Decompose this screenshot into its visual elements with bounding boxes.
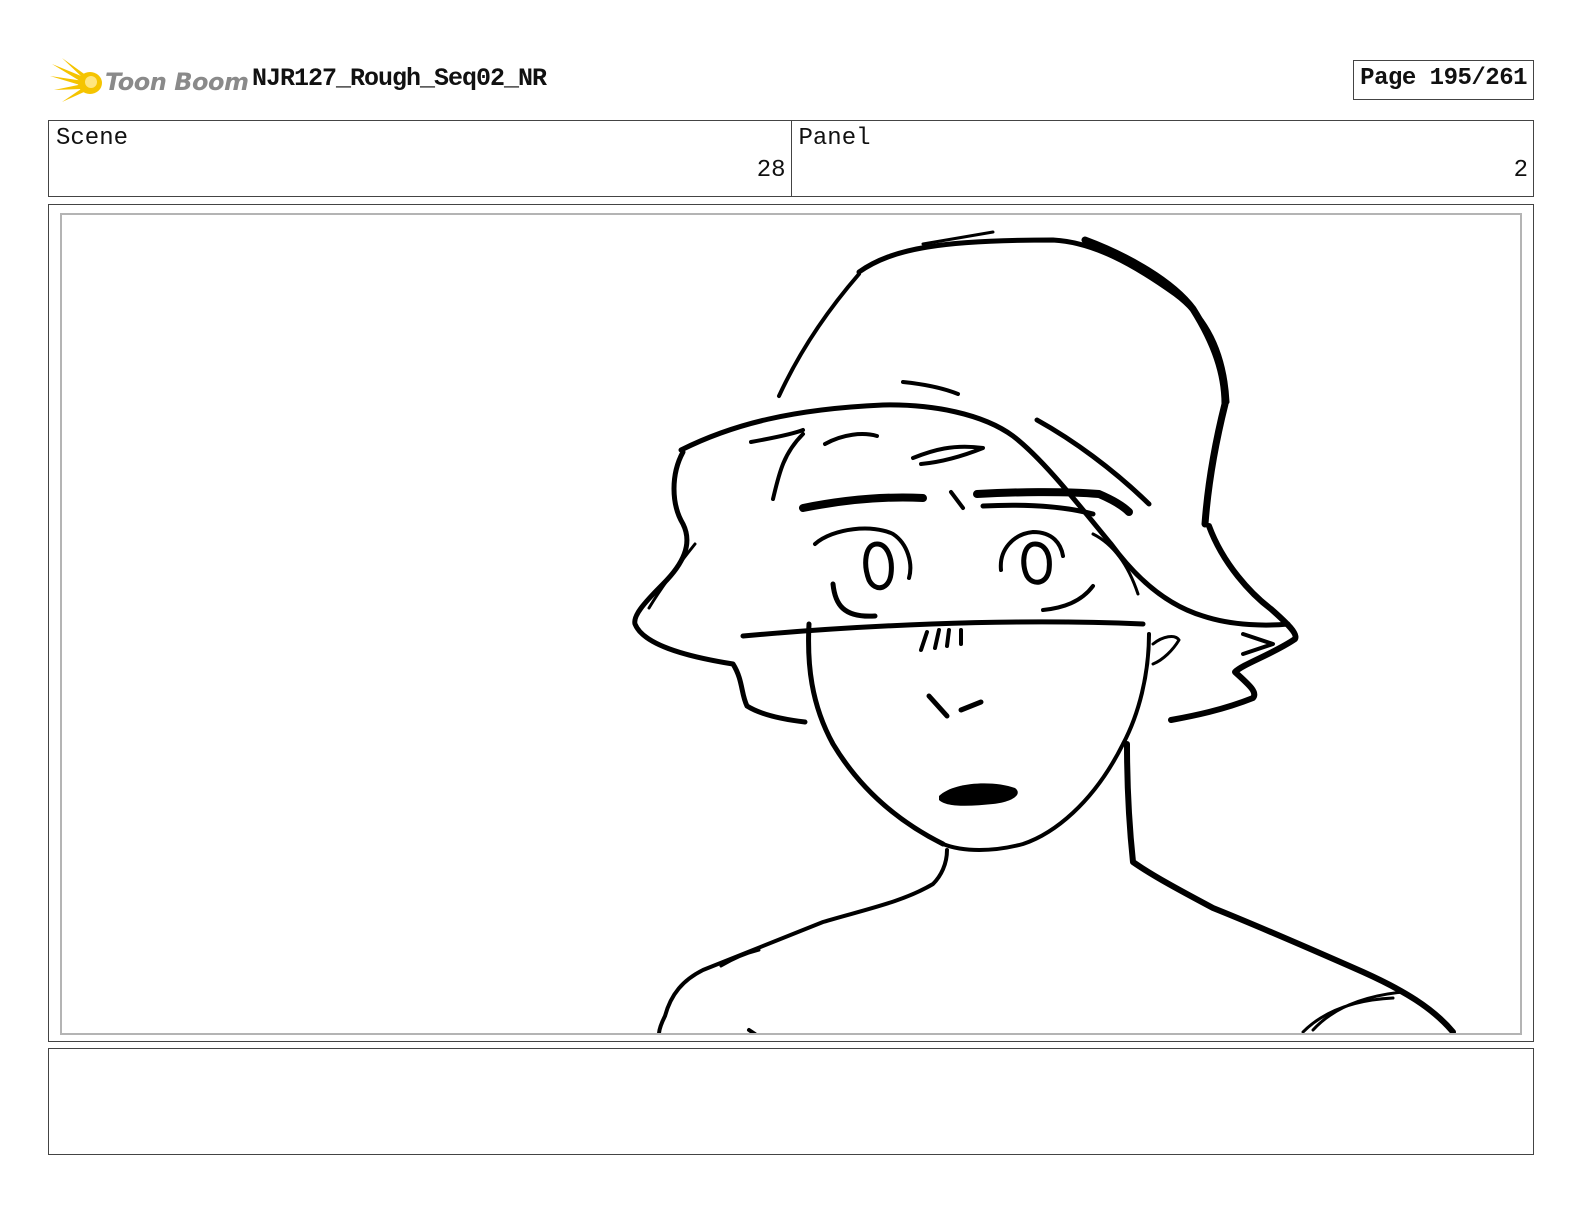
mouth-shape (939, 783, 1018, 806)
right-eye-outline-stroke (998, 530, 1065, 572)
panel-number: 2 (1513, 157, 1528, 184)
page-indicator: Page 195/261 (1353, 60, 1534, 100)
character-sketch (632, 230, 1456, 1033)
right-eye-pupil-stroke (1021, 541, 1052, 585)
left-eye-lower-stroke (830, 581, 878, 619)
hair-stroke-4 (911, 444, 985, 466)
left-eye-pupil-stroke (863, 541, 894, 591)
hat-crown-left-stroke (777, 272, 861, 398)
hair-right-stroke-2 (1091, 532, 1140, 596)
nose-stroke (926, 693, 984, 719)
hair-strands-stroke (919, 628, 963, 652)
panel-label: Panel (798, 125, 871, 152)
neck-right-stroke (1124, 741, 1456, 1033)
page-header: Toon Boom NJR127_Rough_Seq02_NR Page 195… (48, 56, 1534, 106)
right-eyebrow-lower-stroke (980, 502, 1096, 517)
neck-left-stroke (657, 848, 949, 1033)
left-eyebrow-accent-stroke (949, 490, 965, 510)
hair-stroke-1 (901, 380, 960, 396)
storyboard-panel-image (60, 213, 1522, 1035)
face-left-stroke (806, 621, 946, 847)
hair-stroke-3 (823, 432, 879, 446)
hat-crown-stroke (856, 237, 1230, 405)
ear-stroke (1151, 635, 1181, 666)
storyboard-panel-frame (48, 204, 1534, 1042)
hat-brim-line-stroke (740, 619, 1146, 639)
shoulder-left-inner-stroke (719, 948, 761, 968)
scene-label: Scene (56, 125, 129, 152)
document-title: NJR127_Rough_Seq02_NR (252, 64, 547, 93)
scene-panel-info: Scene 28 Panel 2 (48, 120, 1534, 197)
hat-brim-left-stroke (632, 449, 808, 725)
left-eye-outline-stroke (813, 526, 913, 580)
scene-number: 28 (756, 157, 786, 184)
right-eye-lower-stroke (1041, 584, 1095, 612)
panel-notes-box (48, 1048, 1534, 1155)
left-eyebrow-stroke (799, 493, 927, 512)
hat-brim-left-inner-stroke (647, 542, 697, 610)
hair-stroke-2 (771, 432, 805, 501)
face-right-stroke (941, 632, 1151, 852)
starburst-icon (50, 58, 102, 102)
scene-cell: Scene 28 (49, 121, 791, 196)
toon-boom-logo: Toon Boom (50, 56, 249, 106)
logo-text: Toon Boom (105, 68, 249, 96)
panel-cell: Panel 2 (790, 121, 1534, 196)
chest-mark-stroke (747, 1028, 757, 1033)
